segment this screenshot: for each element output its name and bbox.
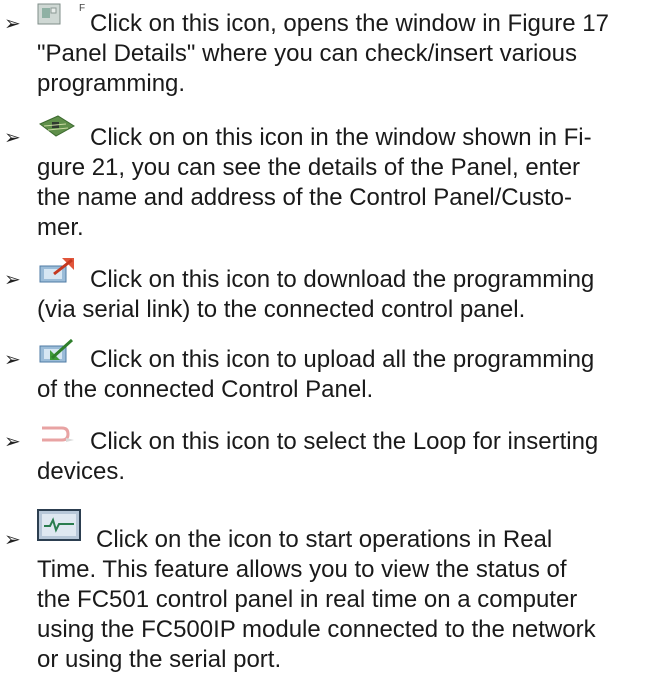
panel-details-icon: F [36, 2, 86, 26]
bullet-6-line-3: the FC501 control panel in real time on … [37, 586, 578, 613]
arrow-bullet-icon: ➢ [4, 431, 21, 453]
bullet-6-line-2: Time. This feature allows you to view th… [37, 556, 567, 583]
bullet-1-line-2: "Panel Details" where you can check/inse… [37, 40, 577, 67]
bullet-3-line-1: Click on this icon to download the progr… [90, 266, 595, 293]
bullet-2-line-3: the name and address of the Control Pane… [37, 184, 572, 211]
svg-text:F: F [79, 3, 85, 14]
bullet-5-line-2: devices. [37, 458, 126, 485]
bullet-6-line-4: using the FC500IP module connected to th… [37, 616, 596, 643]
arrow-bullet-icon: ➢ [4, 529, 21, 551]
bullet-2-line-1: Click on on this icon in the window show… [90, 124, 592, 151]
download-icon [36, 256, 82, 286]
arrow-bullet-icon: ➢ [4, 269, 21, 291]
bullet-3-line-2: (via serial link) to the connected contr… [37, 296, 526, 323]
arrow-bullet-icon: ➢ [4, 127, 21, 149]
bullet-4-line-1: Click on this icon to upload all the pro… [90, 346, 595, 373]
arrow-bullet-icon: ➢ [4, 349, 21, 371]
upload-icon [36, 336, 82, 366]
bullet-2-line-4: mer. [37, 214, 84, 241]
arrow-bullet-icon: ➢ [4, 13, 21, 35]
bullet-1-line-1: Click on this icon, opens the window in … [90, 10, 609, 37]
bullet-1-line-3: programming. [37, 70, 186, 97]
bullet-4-line-2: of the connected Control Panel. [37, 376, 374, 403]
bullet-6-line-1: Click on the icon to start operations in… [96, 526, 553, 553]
real-time-monitor-icon [36, 508, 82, 542]
bullet-6-line-5: or using the serial port. [37, 646, 282, 673]
circuit-board-icon [36, 114, 78, 144]
bullet-2-line-2: gure 21, you can see the details of the … [37, 154, 581, 181]
loop-select-icon [36, 418, 80, 448]
bullet-5-line-1: Click on this icon to select the Loop fo… [90, 428, 599, 455]
